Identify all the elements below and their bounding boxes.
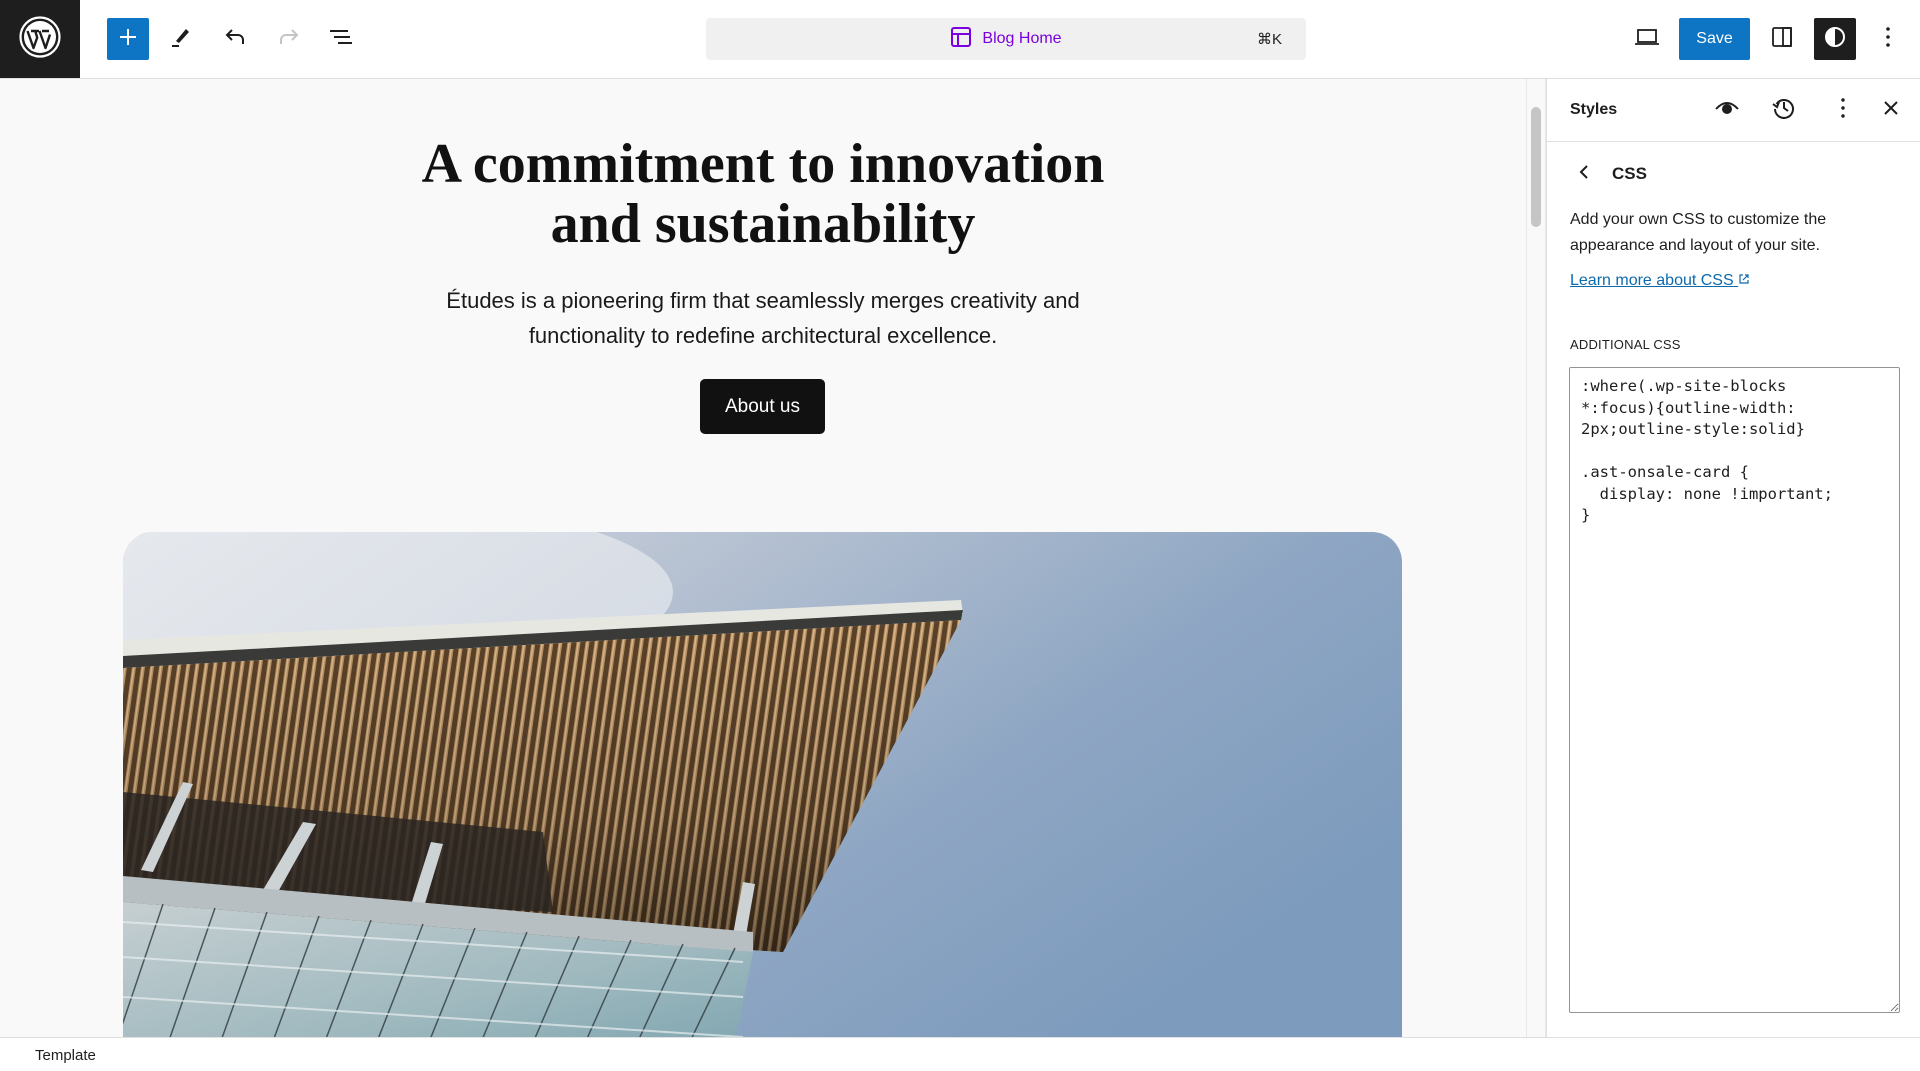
block-inserter-button[interactable] [107,18,149,60]
additional-css-label: ADDITIONAL CSS [1570,337,1681,352]
panel-more-button[interactable] [1826,93,1860,127]
additional-css-input[interactable] [1569,367,1900,1013]
more-vertical-icon [1840,97,1846,124]
settings-toggle-button[interactable] [1761,18,1803,60]
section-title: CSS [1612,164,1647,183]
preview-button[interactable] [1626,18,1668,60]
redo-icon [276,25,302,54]
history-icon [1771,95,1797,126]
command-palette-button[interactable]: Blog Home ⌘K [706,18,1306,60]
document-overview-button[interactable] [320,18,362,60]
undo-icon [222,25,248,54]
back-button[interactable] [1571,159,1597,189]
wordpress-logo-icon [19,15,61,63]
eye-icon [1714,99,1740,122]
panel-title: Styles [1570,101,1618,118]
scrollbar-thumb[interactable] [1531,107,1541,227]
site-hub-button[interactable] [0,0,80,78]
breadcrumb-template[interactable]: Template [35,1047,96,1064]
sidebar-icon [1770,25,1794,54]
redo-button[interactable] [268,18,310,60]
undo-button[interactable] [214,18,256,60]
tools-button[interactable] [160,18,202,60]
list-view-icon [328,25,354,54]
editor-header: Blog Home ⌘K Save [0,0,1920,79]
hero-image[interactable] [123,532,1402,1037]
pencil-icon [169,25,193,54]
close-panel-button[interactable] [1874,93,1908,127]
styles-toggle-button[interactable] [1814,18,1856,60]
save-button[interactable]: Save [1679,18,1750,60]
styles-panel-header: Styles [1547,79,1920,142]
keyboard-shortcut: ⌘K [1256,31,1282,48]
layout-icon [950,26,972,53]
external-link-icon [1738,272,1750,289]
about-us-button[interactable]: About us [700,379,825,434]
chevron-left-icon [1578,163,1590,186]
close-icon [1882,99,1900,122]
learn-more-text: Learn more about CSS [1570,272,1734,289]
hero-paragraph[interactable]: Études is a pioneering firm that seamles… [0,283,1526,353]
revisions-button[interactable] [1767,93,1801,127]
document-title: Blog Home [982,30,1062,47]
options-menu-button[interactable] [1867,18,1909,60]
learn-more-link[interactable]: Learn more about CSS [1570,272,1750,290]
editor-canvas[interactable]: A commitment to innovation and sustainab… [0,79,1526,1037]
contrast-icon [1823,25,1847,54]
more-vertical-icon [1885,26,1891,53]
desktop-icon [1634,27,1660,52]
plus-icon [117,26,139,53]
canvas-scrollbar[interactable] [1526,79,1546,1037]
block-breadcrumb-bar: Template [0,1037,1920,1071]
styles-sidebar: Styles CSS Add your own CSS to customize… [1546,79,1920,1037]
style-book-button[interactable] [1710,93,1744,127]
hero-heading[interactable]: A commitment to innovation and sustainab… [0,134,1526,254]
css-description: Add your own CSS to customize the appear… [1570,211,1827,254]
